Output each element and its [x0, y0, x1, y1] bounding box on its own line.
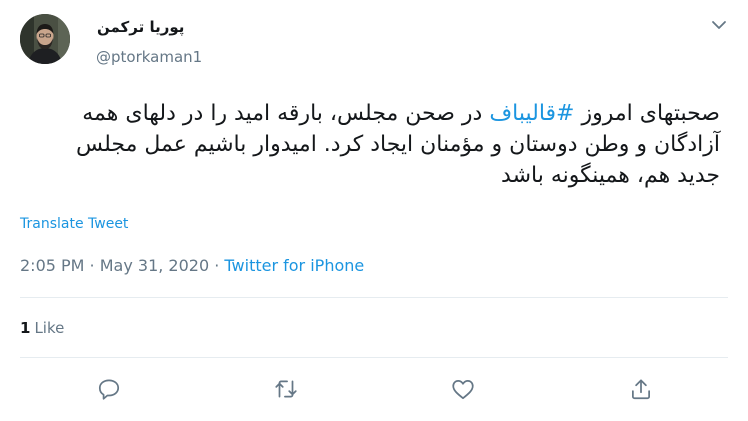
tweet-meta: 2:05 PM · May 31, 2020 · Twitter for iPh… [20, 256, 364, 275]
avatar-photo [20, 14, 70, 64]
tweet-source-link[interactable]: Twitter for iPhone [224, 256, 364, 275]
hashtag-link[interactable]: #قالیباف [489, 101, 574, 126]
author-display-name[interactable]: پوریا ترکمن [97, 18, 184, 36]
likes-count: 1 [20, 319, 31, 337]
divider [20, 297, 728, 298]
divider [20, 357, 728, 358]
meta-separator-2: · [209, 256, 225, 275]
avatar[interactable] [20, 14, 70, 64]
reply-icon [98, 379, 120, 400]
reply-button[interactable] [96, 376, 122, 402]
retweet-button[interactable] [273, 376, 299, 402]
tweet-text-before: صحبتهای امروز [574, 101, 720, 126]
share-icon [632, 379, 650, 400]
likes-stat[interactable]: 1 Like [20, 319, 64, 337]
tweet-date[interactable]: May 31, 2020 [100, 256, 209, 275]
tweet-text: صحبتهای امروز #قالیباف در صحن مجلس، بارق… [30, 98, 720, 191]
likes-label: Like [34, 319, 65, 337]
tweet-time[interactable]: 2:05 PM [20, 256, 84, 275]
like-button[interactable] [450, 376, 476, 402]
author-handle[interactable]: @ptorkaman1 [96, 48, 202, 66]
heart-icon [452, 380, 474, 400]
share-button[interactable] [628, 376, 654, 402]
meta-separator: · [84, 256, 100, 275]
translate-tweet-link[interactable]: Translate Tweet [20, 216, 128, 232]
tweet-menu-button[interactable] [708, 14, 730, 36]
retweet-icon [275, 380, 297, 398]
chevron-down-icon [712, 21, 726, 29]
